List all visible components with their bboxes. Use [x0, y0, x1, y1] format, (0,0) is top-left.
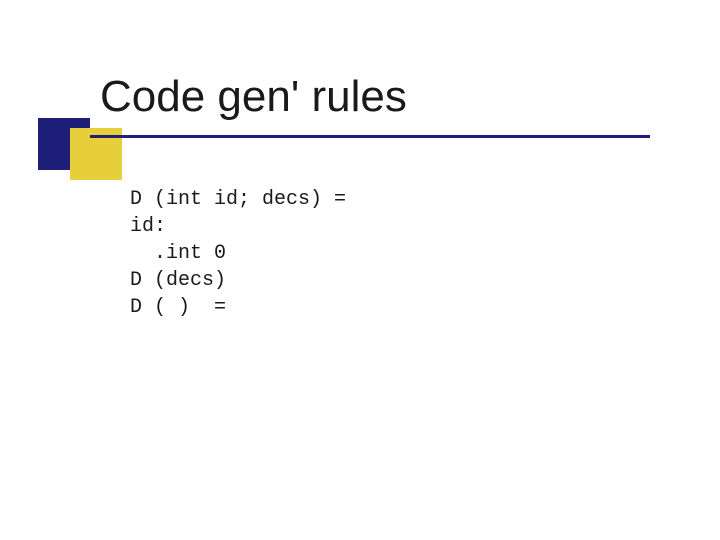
code-line: .int 0 — [130, 242, 226, 265]
title-underline — [90, 135, 650, 138]
code-line: D (decs) — [130, 269, 226, 292]
slide: Code gen' rules D (int id; decs) = id: .… — [0, 0, 720, 540]
code-line: id: — [130, 215, 166, 238]
code-line: D ( ) = — [130, 296, 226, 319]
code-block: D (int id; decs) = id: .int 0 D (decs) D… — [130, 186, 346, 321]
slide-title: Code gen' rules — [100, 72, 407, 122]
code-line: D (int id; decs) = — [130, 188, 346, 211]
